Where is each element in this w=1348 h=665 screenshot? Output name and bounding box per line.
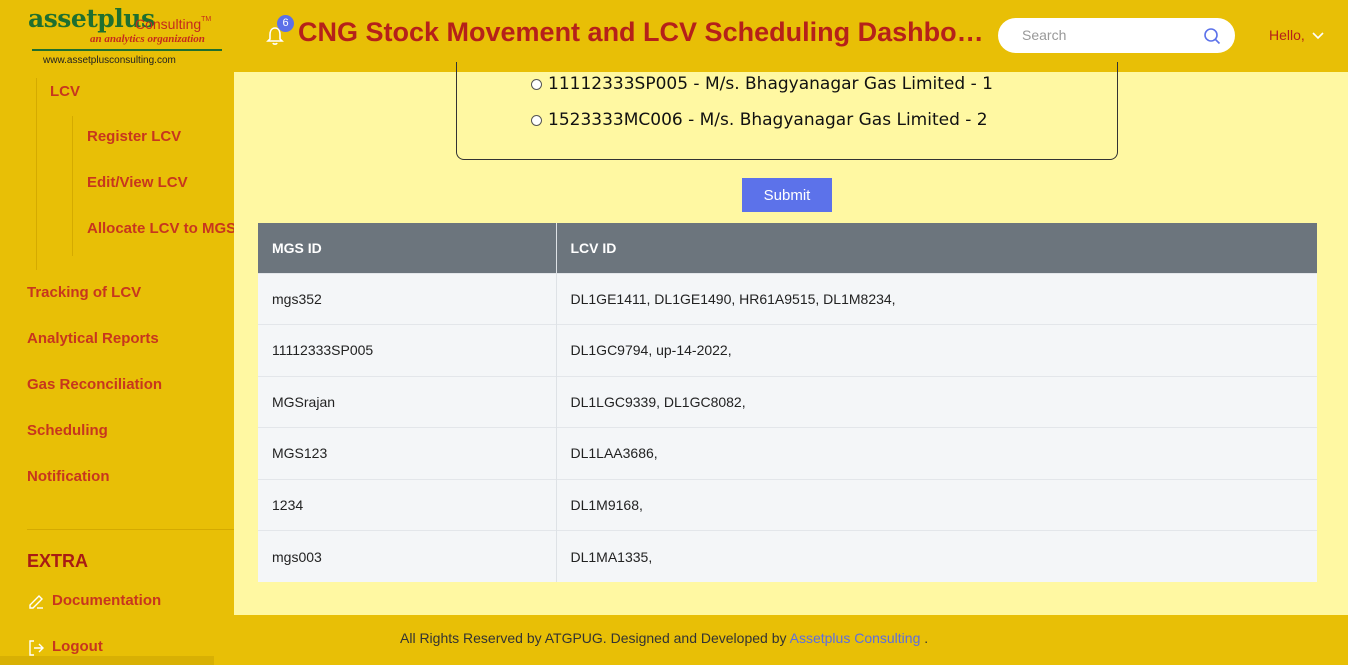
sidebar-item-register-lcv[interactable]: Register LCV <box>87 128 181 145</box>
lcv-id-cell: DL1LAA3686, <box>555 427 1317 479</box>
table-row: 11112333SP005 DL1GC9794, up-14-2022, <box>258 324 1317 376</box>
mgs-id-cell: MGS123 <box>258 427 556 479</box>
nav-tree-line <box>36 78 37 270</box>
sidebar-item-tracking-of-lcv[interactable]: Tracking of LCV <box>27 284 141 301</box>
sidebar-item-gas-reconciliation[interactable]: Gas Reconciliation <box>27 376 162 393</box>
table-row: mgs352 DL1GE1411, DL1GE1490, HR61A9515, … <box>258 272 1317 325</box>
column-header-lcv-id[interactable]: LCV ID <box>555 223 1317 273</box>
sidebar-item-documentation[interactable]: Documentation <box>52 592 161 609</box>
chevron-down-icon[interactable] <box>1312 30 1324 40</box>
radio-label: 11112333SP005 - M/s. Bhagyanagar Gas Lim… <box>548 74 993 94</box>
nav-sub-line <box>72 116 73 256</box>
main-content: 11112333SP005 - M/s. Bhagyanagar Gas Lim… <box>234 62 1348 615</box>
mgs-id-cell: mgs352 <box>258 272 556 325</box>
sidebar-divider <box>27 529 234 530</box>
mgs-id-cell: MGSrajan <box>258 375 556 428</box>
pencil-icon <box>29 595 43 609</box>
radio-option[interactable]: 11112333SP005 - M/s. Bhagyanagar Gas Lim… <box>531 74 993 94</box>
search-box <box>998 18 1235 53</box>
mgs-id-cell: mgs003 <box>258 530 556 582</box>
sidebar-extra-heading: EXTRA <box>27 551 89 571</box>
table-row: MGSrajan DL1LGC9339, DL1GC8082, <box>258 375 1317 428</box>
table-header-row: MGS ID LCV ID <box>258 223 1317 273</box>
logo-rule <box>32 49 222 51</box>
sidebar-item-lcv[interactable]: LCV <box>50 83 80 100</box>
sidebar-item-analytical-reports[interactable]: Analytical Reports <box>27 330 159 347</box>
sidebar-item-allocate-lcv[interactable]: Allocate LCV to MGS <box>87 220 236 237</box>
radio-button[interactable] <box>531 114 542 126</box>
mgs-id-cell: 11112333SP005 <box>258 324 556 376</box>
user-greeting[interactable]: Hello, <box>1269 27 1305 43</box>
logo-consulting: ConsultingTM <box>135 16 212 32</box>
sidebar-scrollbar[interactable] <box>0 656 214 665</box>
lcv-id-cell: DL1M9168, <box>555 478 1317 531</box>
footer: All Rights Reserved by ATGPUG. Designed … <box>234 615 1348 665</box>
column-header-mgs-id[interactable]: MGS ID <box>258 223 556 273</box>
sidebar-item-scheduling[interactable]: Scheduling <box>27 422 108 439</box>
logo-url: www.assetplusconsulting.com <box>43 55 176 66</box>
logo-tagline: an analytics organization <box>90 33 205 45</box>
mgs-id-cell: 1234 <box>258 478 556 531</box>
sidebar-item-logout[interactable]: Logout <box>52 638 103 655</box>
footer-copyright: All Rights Reserved by ATGPUG. Designed … <box>400 630 787 646</box>
mgs-radio-group: 11112333SP005 - M/s. Bhagyanagar Gas Lim… <box>456 62 1118 160</box>
radio-label: 1523333MC006 - M/s. Bhagyanagar Gas Limi… <box>548 110 988 130</box>
table-row: 1234 DL1M9168, <box>258 478 1317 531</box>
radio-option[interactable]: 1523333MC006 - M/s. Bhagyanagar Gas Limi… <box>531 110 988 130</box>
page-title: CNG Stock Movement and LCV Scheduling Da… <box>298 17 988 47</box>
table-row: mgs003 DL1MA1335, <box>258 530 1317 582</box>
submit-button[interactable]: Submit <box>742 178 832 212</box>
lcv-id-cell: DL1MA1335, <box>555 530 1317 582</box>
footer-company-link[interactable]: Assetplus Consulting <box>790 630 921 646</box>
search-icon[interactable] <box>1203 27 1221 45</box>
assetplus-logo[interactable]: assetplus ConsultingTM an analytics orga… <box>28 4 228 70</box>
radio-button[interactable] <box>531 78 542 90</box>
sidebar: assetplus ConsultingTM an analytics orga… <box>0 0 236 665</box>
allocation-table: MGS ID LCV ID mgs352 DL1GE1411, DL1GE149… <box>258 223 1317 582</box>
sidebar-item-edit-view-lcv[interactable]: Edit/View LCV <box>87 174 188 191</box>
table-row: MGS123 DL1LAA3686, <box>258 427 1317 479</box>
lcv-id-cell: DL1LGC9339, DL1GC8082, <box>555 375 1317 428</box>
search-input[interactable] <box>1022 26 1192 44</box>
footer-suffix: . <box>924 630 929 646</box>
notification-badge: 6 <box>277 15 294 32</box>
lcv-id-cell: DL1GC9794, up-14-2022, <box>555 324 1317 376</box>
footer-text: All Rights Reserved by ATGPUG. Designed … <box>400 630 928 646</box>
sidebar-item-notification[interactable]: Notification <box>27 468 110 485</box>
lcv-id-cell: DL1GE1411, DL1GE1490, HR61A9515, DL1M823… <box>555 272 1317 325</box>
logout-icon <box>29 640 44 656</box>
